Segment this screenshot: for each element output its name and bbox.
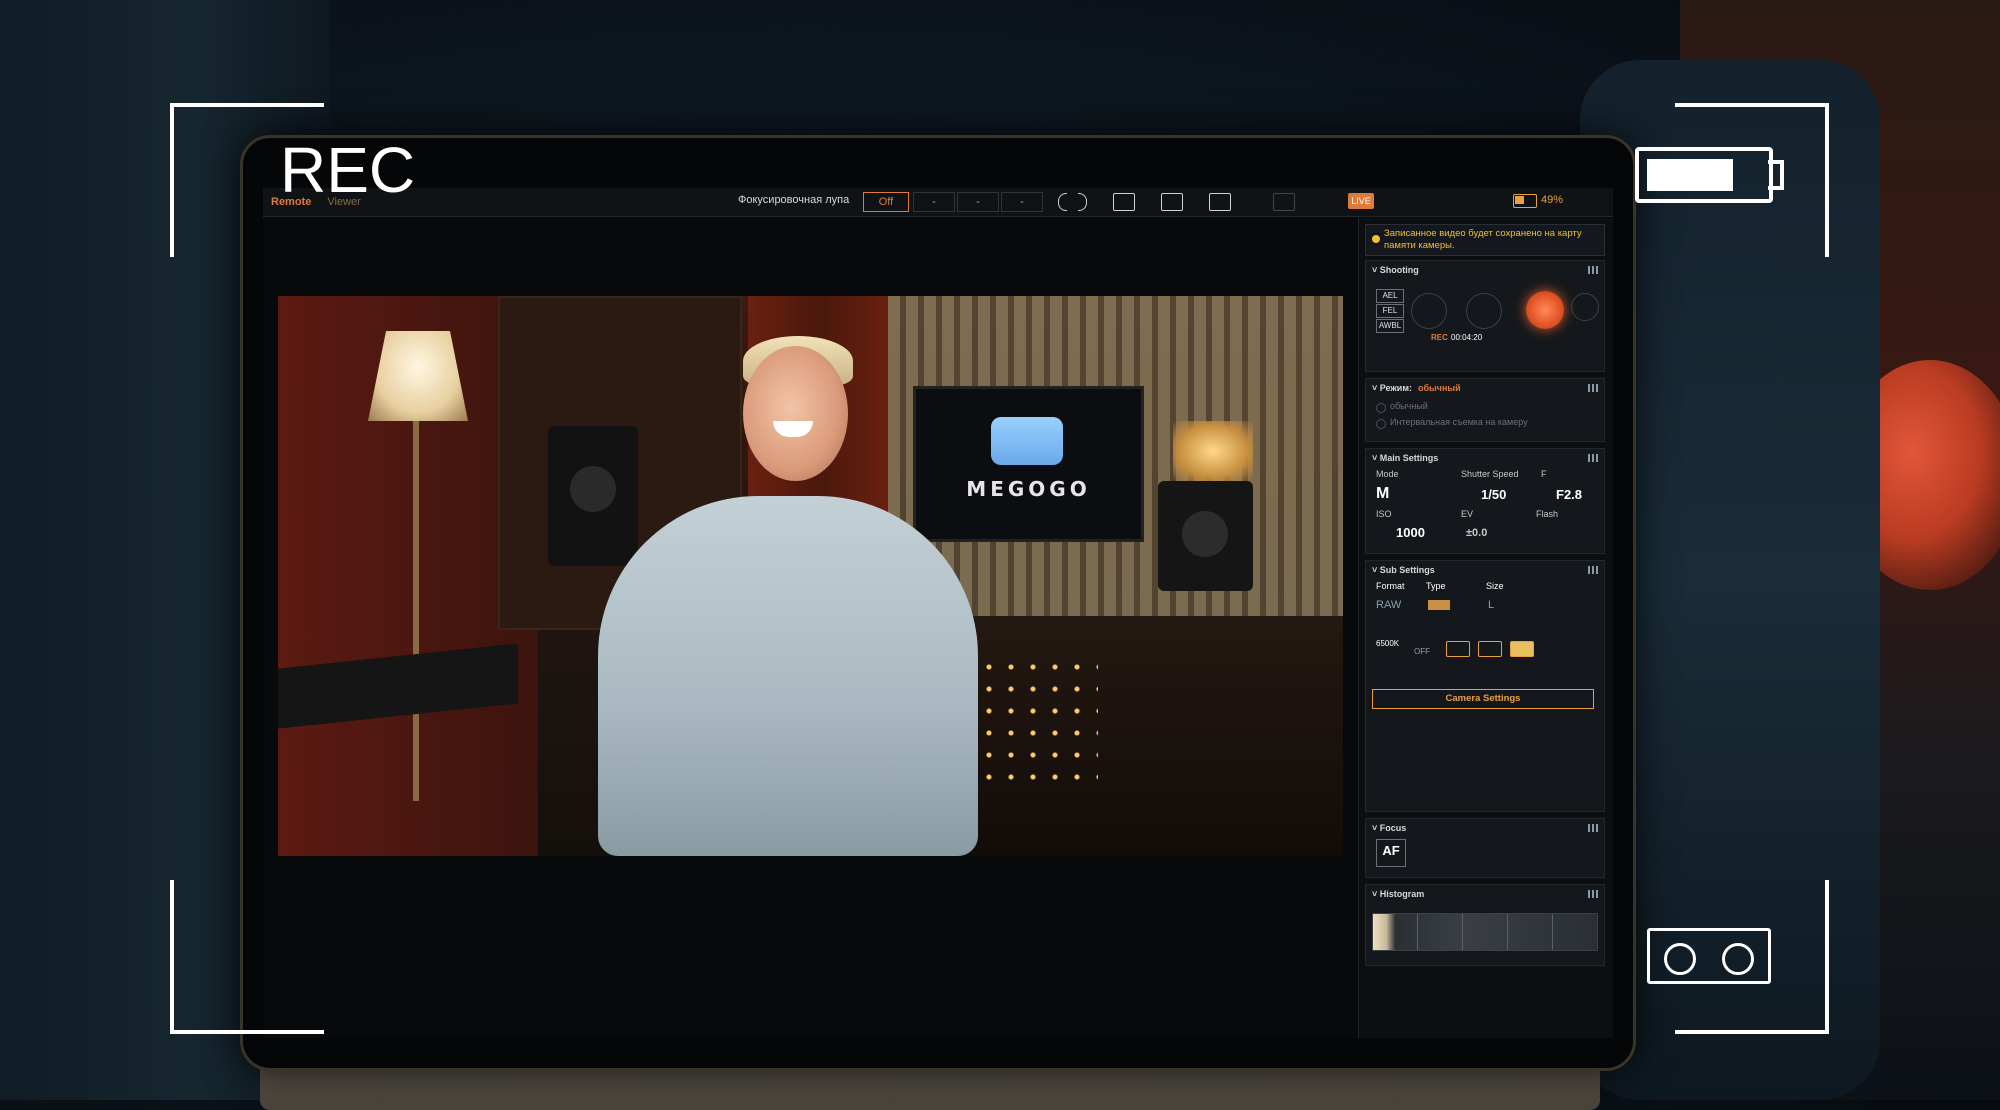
iso-label: ISO <box>1376 509 1392 519</box>
type-icon[interactable] <box>1428 600 1450 610</box>
drag-handle-icon[interactable] <box>1588 566 1598 574</box>
focus-loupe-toggle[interactable]: Off <box>863 192 909 212</box>
drag-handle-icon[interactable] <box>1588 890 1598 898</box>
drag-handle-icon[interactable] <box>1588 454 1598 462</box>
mode-section: ˅ Режим: обычный обычный Интервальная съе… <box>1365 378 1605 442</box>
battery-percent: 49% <box>1541 194 1564 206</box>
focus-section: ˅ Focus AF <box>1365 818 1605 878</box>
size-value[interactable]: L <box>1488 599 1494 611</box>
mode-option-normal[interactable]: обычный <box>1390 401 1428 411</box>
metering-icon[interactable] <box>1478 641 1502 657</box>
rec-timecode: 00:04:20 <box>1451 333 1483 342</box>
camera-settings-button[interactable]: Camera Settings <box>1372 689 1594 709</box>
viewfinder-battery-icon <box>1635 147 1773 203</box>
rec-label: REC <box>280 134 416 206</box>
ael-button[interactable]: AEL <box>1376 289 1404 303</box>
iso-value[interactable]: 1000 <box>1396 525 1425 540</box>
battery-icon <box>1513 194 1537 208</box>
rotate-left-icon[interactable] <box>1058 193 1067 211</box>
floor-lamp-pole <box>413 421 419 801</box>
laptop-screen: Remote Viewer Фокусировочная лупа Off - … <box>263 188 1613 1038</box>
drag-handle-icon[interactable] <box>1588 384 1598 392</box>
loupe-option-3[interactable]: - <box>1001 192 1043 212</box>
notice-banner: Записанное видео будет сохранено на карт… <box>1365 224 1605 256</box>
battery-tip <box>1768 160 1784 190</box>
off-value[interactable]: OFF <box>1414 647 1430 656</box>
live-view[interactable]: MEGOGO <box>278 296 1343 856</box>
person-head <box>743 346 848 481</box>
layout-split-icon[interactable] <box>1161 193 1183 211</box>
logo-icon <box>991 417 1063 465</box>
tape-icon <box>1647 928 1771 984</box>
control-panel: Записанное видео будет сохранено на карт… <box>1358 218 1613 1038</box>
radio-normal[interactable] <box>1376 403 1386 413</box>
ev-value[interactable]: ±0.0 <box>1466 527 1487 539</box>
battery-fill <box>1647 159 1733 191</box>
shutter-speed-label: Shutter Speed <box>1461 469 1519 479</box>
drag-handle-icon[interactable] <box>1588 266 1598 274</box>
size-label: Size <box>1486 581 1504 591</box>
person-body <box>598 496 978 856</box>
mode-title[interactable]: ˅ Режим: обычный <box>1372 383 1461 393</box>
mode-label: Mode <box>1376 469 1399 479</box>
histogram-graph <box>1372 913 1598 951</box>
sub-settings-title[interactable]: ˅ Sub Settings <box>1372 565 1435 575</box>
speaker-right <box>1158 481 1253 591</box>
loupe-option-1[interactable]: - <box>913 192 955 212</box>
focus-loupe-label: Фокусировочная лупа <box>738 194 850 206</box>
picture-style-icon[interactable] <box>1446 641 1470 657</box>
loupe-option-2[interactable]: - <box>957 192 999 212</box>
photo-shutter-icon[interactable] <box>1466 293 1502 329</box>
shooting-section: ˅ Shooting AEL FEL AWBL REC 00:04:20 <box>1365 260 1605 372</box>
shutter-speed-value[interactable]: 1/50 <box>1481 487 1506 502</box>
laptop: Remote Viewer Фокусировочная лупа Off - … <box>240 135 1636 1071</box>
mode-value[interactable]: M <box>1376 485 1389 503</box>
focus-title[interactable]: ˅ Focus <box>1372 823 1406 833</box>
white-balance-value[interactable]: 6500K <box>1376 639 1399 648</box>
shooting-title[interactable]: ˅ Shooting <box>1372 265 1419 275</box>
main-settings-title[interactable]: ˅ Main Settings <box>1372 453 1438 463</box>
main-settings-section: ˅ Main Settings Mode Shutter Speed F M 1… <box>1365 448 1605 554</box>
table-lamp <box>1173 421 1253 481</box>
sub-settings-section: ˅ Sub Settings Format Type Size RAW L 65… <box>1365 560 1605 812</box>
mode-option-interval[interactable]: Интервальная съемка на камеру <box>1390 417 1528 427</box>
record-button[interactable] <box>1526 291 1564 329</box>
histogram-section: ˅ Histogram <box>1365 884 1605 966</box>
viewfinder-corner-bottom-left <box>170 880 324 1034</box>
rec-indicator: REC <box>1431 333 1448 342</box>
layout-grid-icon[interactable] <box>1209 193 1231 211</box>
af-button-icon[interactable] <box>1411 293 1447 329</box>
studio-monitor: MEGOGO <box>913 386 1144 542</box>
string-lights <box>978 656 1098 796</box>
drag-handle-icon[interactable] <box>1588 824 1598 832</box>
flash-label: Flash <box>1536 509 1559 519</box>
fel-button[interactable]: FEL <box>1376 304 1404 318</box>
af-mode-button[interactable]: AF <box>1376 839 1406 867</box>
live-badge[interactable]: LIVE <box>1348 193 1374 209</box>
radio-interval[interactable] <box>1376 419 1386 429</box>
zoom-icon[interactable] <box>1571 293 1599 321</box>
format-value[interactable]: RAW <box>1376 599 1401 611</box>
awbl-button[interactable]: AWBL <box>1376 319 1404 333</box>
format-label: Format <box>1376 581 1405 591</box>
disabled-tool-icon <box>1273 193 1295 211</box>
layout-single-icon[interactable] <box>1113 193 1135 211</box>
monitor-logo-text: MEGOGO <box>966 477 1091 501</box>
notice-text: Записанное видео будет сохранено на карт… <box>1384 228 1582 251</box>
aperture-label: F <box>1541 469 1547 479</box>
warning-icon <box>1372 235 1380 243</box>
histogram-title[interactable]: ˅ Histogram <box>1372 889 1424 899</box>
aperture-value[interactable]: F2.8 <box>1556 487 1582 502</box>
speaker-left <box>548 426 638 566</box>
type-label: Type <box>1426 581 1446 591</box>
ev-label: EV <box>1461 509 1474 519</box>
drive-mode-icon[interactable] <box>1510 641 1534 657</box>
